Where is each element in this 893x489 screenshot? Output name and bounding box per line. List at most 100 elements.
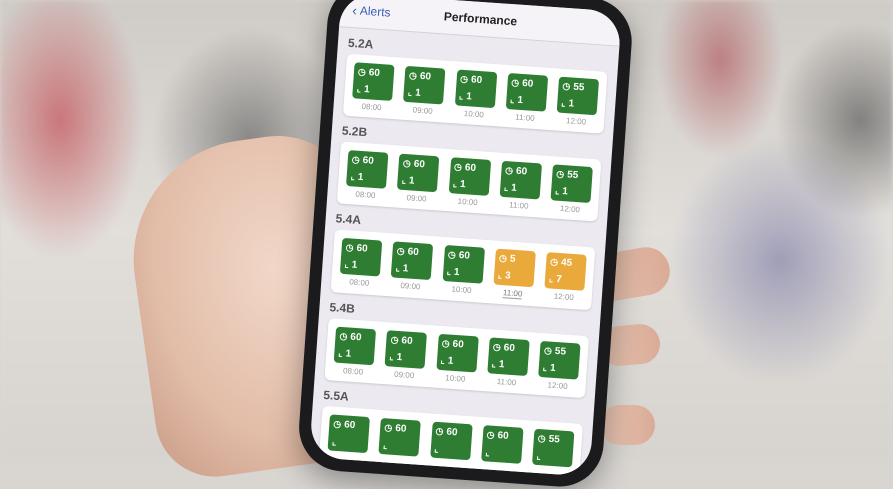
status-tile[interactable]: ◷ 60 ⌞ 1 (397, 153, 440, 193)
status-tile[interactable]: ◷ 45 ⌞ 7 (544, 252, 587, 291)
status-tile[interactable]: ◷ 60 ⌞ 1 (345, 150, 389, 189)
time-slot[interactable]: ◷ 60 ⌞ 1 10:00 (439, 244, 486, 297)
status-tile[interactable]: ◷ 5 ⌞ 3 (493, 248, 536, 288)
status-tile[interactable]: ◷ 60 ⌞ (480, 425, 524, 464)
clock-icon: ◷ (384, 422, 393, 433)
status-tile[interactable]: ◷ 60 ⌞ (378, 417, 422, 457)
status-tile[interactable]: ◷ 55 ⌞ 1 (556, 76, 600, 116)
status-tile[interactable]: ◷ 55 ⌞ (532, 428, 575, 468)
duration-value: 45 (560, 257, 573, 269)
status-tile[interactable]: ◷ 60 ⌞ 1 (390, 241, 434, 281)
duration-value: 60 (349, 331, 362, 344)
clock-icon: ◷ (549, 256, 559, 267)
count-row: ⌞ 1 (542, 362, 575, 375)
time-slot[interactable]: ◷ 55 ⌞ 1 12:00 (535, 340, 582, 392)
count-value: 1 (465, 91, 473, 103)
status-tile[interactable]: ◷ 60 ⌞ 1 (442, 244, 485, 284)
chart-icon: ⌞ (554, 185, 560, 196)
status-tile[interactable]: ◷ 60 ⌞ 1 (505, 72, 548, 112)
status-tile[interactable]: ◷ 60 ⌞ 1 (454, 69, 497, 109)
count-row: ⌞ 1 (395, 263, 428, 276)
duration-row: ◷ 55 (562, 81, 595, 94)
time-slot[interactable]: ◷ 60 ⌞ 1 09:00 (400, 65, 447, 117)
chart-icon: ⌞ (350, 171, 356, 182)
count-row: ⌞ (434, 444, 467, 456)
time-slot[interactable]: ◷ 60 ⌞ 1 10:00 (433, 333, 480, 385)
status-tile[interactable]: ◷ 60 ⌞ (327, 414, 370, 454)
duration-row: ◷ 60 (351, 154, 384, 167)
count-row: ⌞ 1 (350, 171, 383, 184)
time-slot[interactable]: ◷ 60 ⌞ 1 11:00 (484, 337, 531, 388)
status-tile[interactable]: ◷ 60 ⌞ 1 (448, 157, 491, 196)
time-slot[interactable]: ◷ 60 ⌞ 1 08:00 (331, 326, 378, 377)
time-slot[interactable]: ◷ 60 ⌞ 1 11:00 (497, 160, 544, 212)
time-slot[interactable]: ◷ 60 ⌞ 1 11:00 (503, 72, 550, 124)
status-tile[interactable]: ◷ 60 ⌞ 1 (384, 330, 428, 369)
clock-icon: ◷ (435, 425, 444, 437)
time-label: 08:00 (342, 366, 364, 377)
clock-icon: ◷ (357, 66, 367, 78)
duration-row: ◷ 60 (448, 249, 481, 262)
clock-icon: ◷ (402, 157, 412, 169)
duration-row: ◷ 60 (384, 422, 417, 435)
status-tile[interactable]: ◷ 60 ⌞ 1 (339, 237, 383, 277)
status-tile[interactable]: ◷ 60 ⌞ (429, 421, 473, 461)
time-slot[interactable]: ◷ 60 ⌞ 1 09:00 (388, 241, 435, 293)
time-slot[interactable]: ◷ 60 ⌞ (325, 414, 372, 456)
clock-icon: ◷ (511, 77, 520, 88)
time-slot[interactable]: ◷ 60 ⌞ 1 08:00 (349, 62, 396, 113)
status-tile[interactable]: ◷ 60 ⌞ 1 (333, 326, 377, 366)
time-slot[interactable]: ◷ 45 ⌞ 7 12:00 (541, 252, 588, 304)
chart-icon: ⌞ (331, 436, 337, 447)
status-tile[interactable]: ◷ 55 ⌞ 1 (538, 340, 581, 380)
duration-value: 60 (452, 338, 465, 351)
chart-icon: ⌞ (446, 266, 452, 277)
status-tile[interactable]: ◷ 55 ⌞ 1 (550, 164, 593, 204)
time-slot[interactable]: ◷ 60 ⌞ 1 08:00 (343, 150, 390, 201)
duration-value: 60 (407, 246, 420, 259)
time-label: 09:00 (400, 281, 421, 292)
clock-icon: ◷ (351, 154, 361, 165)
phone: ‹ Alerts Performance 5.2A ◷ 60 ⌞ 1 08:00 ◷ 60 ⌞ 1… (296, 0, 635, 489)
time-slot[interactable]: ◷ 55 ⌞ 1 12:00 (554, 76, 601, 127)
time-slot[interactable]: ◷ 60 ⌞ (428, 421, 475, 463)
time-slot[interactable]: ◷ 60 ⌞ 1 10:00 (452, 69, 499, 120)
clock-icon: ◷ (333, 418, 342, 430)
chart-icon: ⌞ (497, 269, 503, 281)
duration-value: 55 (554, 345, 567, 358)
count-row: ⌞ 1 (459, 91, 492, 104)
time-slot[interactable]: ◷ 60 ⌞ 1 08:00 (337, 237, 384, 290)
time-slot[interactable]: ◷ 5 ⌞ 3 11:00 (490, 248, 537, 300)
time-slot[interactable]: ◷ 60 ⌞ (479, 425, 526, 467)
time-slot[interactable]: ◷ 60 ⌞ 1 10:00 (445, 157, 492, 208)
time-slot[interactable]: ◷ 60 ⌞ (376, 417, 423, 460)
chart-icon: ⌞ (344, 259, 350, 270)
duration-value: 60 (470, 74, 483, 87)
status-tile[interactable]: ◷ 60 ⌞ 1 (499, 160, 542, 200)
time-slot[interactable]: ◷ 60 ⌞ 1 09:00 (394, 153, 441, 204)
time-slot[interactable]: ◷ 60 ⌞ 1 09:00 (382, 330, 429, 381)
duration-value: 60 (497, 430, 510, 442)
clock-icon: ◷ (492, 341, 502, 353)
status-tile[interactable]: ◷ 60 ⌞ 1 (487, 337, 530, 377)
clock-icon: ◷ (556, 168, 565, 180)
clock-icon: ◷ (486, 429, 495, 440)
time-slot[interactable]: ◷ 55 ⌞ (530, 428, 577, 471)
count-row: ⌞ 1 (440, 355, 473, 368)
clock-icon: ◷ (498, 252, 508, 264)
count-value: 1 (568, 98, 575, 110)
chart-icon: ⌞ (560, 97, 566, 109)
count-row: ⌞ (536, 451, 569, 463)
count-row: ⌞ 1 (453, 178, 486, 191)
count-row: ⌞ (331, 436, 365, 449)
chart-icon: ⌞ (407, 87, 413, 98)
chart-icon: ⌞ (485, 447, 491, 458)
status-tile[interactable]: ◷ 60 ⌞ 1 (403, 65, 446, 105)
status-tile[interactable]: ◷ 60 ⌞ 1 (352, 62, 395, 101)
time-slot[interactable]: ◷ 55 ⌞ 1 12:00 (548, 164, 595, 215)
status-tile[interactable]: ◷ 60 ⌞ 1 (435, 333, 479, 373)
count-value: 3 (504, 270, 512, 282)
duration-row: ◷ 60 (409, 70, 442, 83)
back-button[interactable]: ‹ Alerts (352, 2, 391, 20)
time-label: 12:00 (553, 291, 575, 303)
